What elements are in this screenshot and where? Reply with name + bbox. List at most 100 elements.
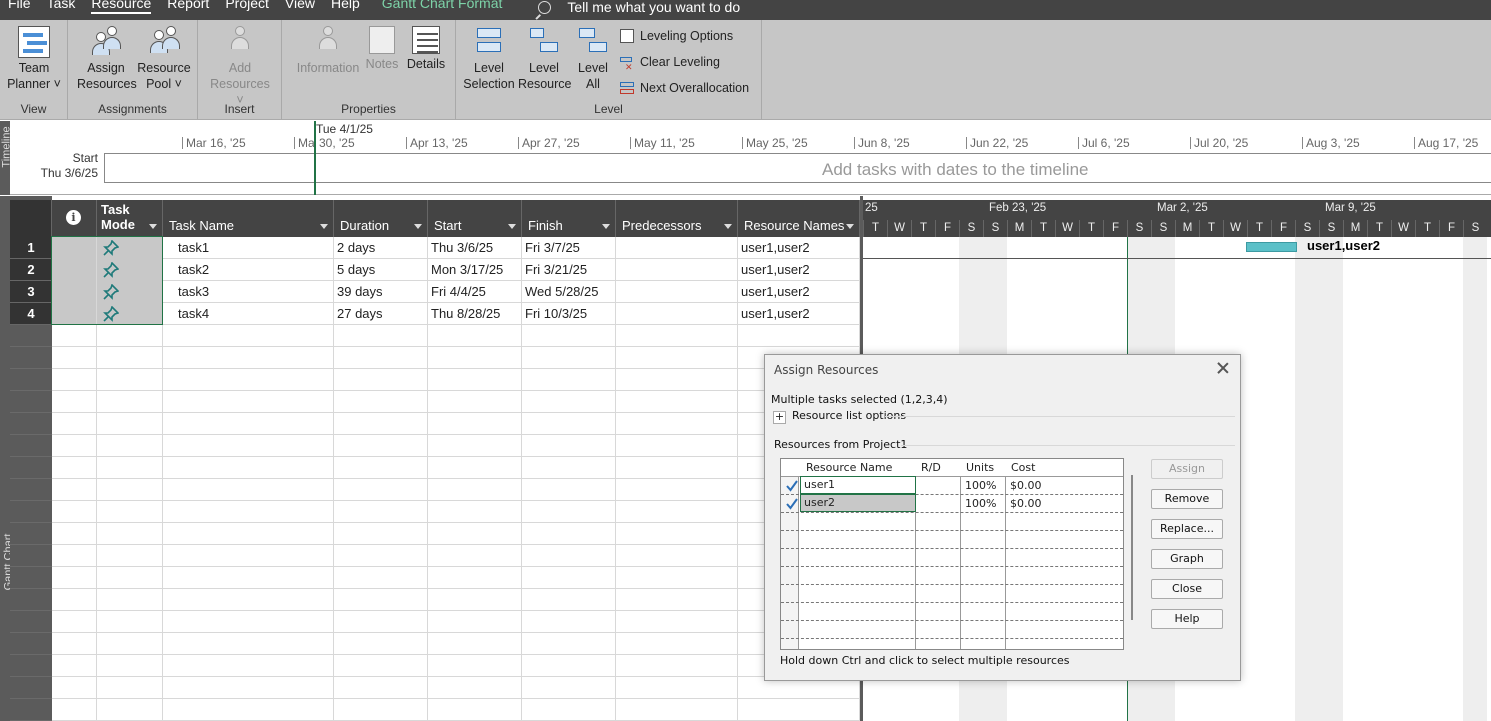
chevron-down-icon[interactable] — [602, 224, 610, 229]
task-name-cell[interactable] — [163, 325, 334, 347]
resource-pool-button[interactable]: Resource Pool ˅ — [136, 26, 192, 92]
predecessors-cell[interactable] — [616, 523, 738, 545]
finish-cell[interactable] — [522, 633, 616, 655]
chevron-down-icon[interactable] — [149, 224, 157, 229]
list-item[interactable] — [781, 531, 1123, 549]
row-header[interactable] — [10, 435, 52, 457]
task-name-cell[interactable]: task1 — [163, 237, 334, 259]
help-button[interactable]: Help — [1151, 609, 1223, 629]
row-header[interactable] — [10, 567, 52, 589]
task-mode-cell[interactable] — [97, 457, 163, 479]
tab-task[interactable]: Task — [39, 0, 84, 17]
table-row[interactable] — [52, 589, 860, 611]
duration-cell[interactable] — [334, 611, 428, 633]
duration-cell[interactable] — [334, 677, 428, 699]
chevron-down-icon[interactable] — [320, 224, 328, 229]
start-cell[interactable] — [428, 501, 522, 523]
table-row[interactable] — [52, 699, 860, 721]
indicator-cell[interactable] — [52, 677, 97, 699]
predecessors-cell[interactable] — [616, 303, 738, 325]
finish-cell[interactable] — [522, 611, 616, 633]
row-header[interactable]: 2 — [10, 259, 52, 281]
predecessors-cell[interactable] — [616, 391, 738, 413]
indicator-cell[interactable] — [52, 435, 97, 457]
start-cell[interactable] — [428, 699, 522, 721]
tab-help[interactable]: Help — [323, 0, 368, 17]
replace-button[interactable]: Replace... — [1151, 519, 1223, 539]
task-mode-cell[interactable] — [97, 567, 163, 589]
select-all-corner[interactable] — [10, 200, 52, 237]
row-header[interactable] — [10, 545, 52, 567]
tab-file[interactable]: File — [0, 0, 39, 17]
task-mode-header[interactable]: Task Mode — [97, 200, 163, 237]
row-header[interactable]: 3 — [10, 281, 52, 303]
resource-table[interactable]: Resource Name R/D Units Cost user1 100% $0… — [780, 458, 1124, 650]
task-mode-cell[interactable] — [97, 391, 163, 413]
tell-me-search[interactable]: Tell me what you want to do — [538, 0, 740, 15]
table-row[interactable] — [52, 369, 860, 391]
start-cell[interactable] — [428, 677, 522, 699]
indicator-cell[interactable] — [52, 655, 97, 677]
resource-names-cell[interactable] — [738, 699, 860, 721]
chevron-down-icon[interactable] — [414, 224, 422, 229]
table-row[interactable] — [52, 655, 860, 677]
task-name-cell[interactable] — [163, 699, 334, 721]
start-cell[interactable]: Thu 8/28/25 — [428, 303, 522, 325]
gantt-bar-task1[interactable] — [1246, 242, 1297, 252]
row-header[interactable]: 4 — [10, 303, 52, 325]
row-header[interactable] — [10, 523, 52, 545]
row-header[interactable]: 1 — [10, 237, 52, 259]
list-item[interactable] — [781, 549, 1123, 567]
table-row[interactable] — [52, 633, 860, 655]
row-header[interactable] — [10, 479, 52, 501]
task-mode-cell[interactable] — [97, 347, 163, 369]
chevron-down-icon[interactable] — [846, 224, 854, 229]
finish-cell[interactable] — [522, 435, 616, 457]
start-cell[interactable] — [428, 391, 522, 413]
finish-header[interactable]: Finish — [522, 200, 616, 237]
duration-cell[interactable] — [334, 369, 428, 391]
task-name-cell[interactable]: task3 — [163, 281, 334, 303]
predecessors-cell[interactable] — [616, 501, 738, 523]
indicator-cell[interactable] — [52, 545, 97, 567]
table-row[interactable] — [52, 501, 860, 523]
predecessors-cell[interactable] — [616, 347, 738, 369]
task-name-cell[interactable] — [163, 633, 334, 655]
start-cell[interactable] — [428, 633, 522, 655]
duration-cell[interactable] — [334, 589, 428, 611]
indicator-cell[interactable] — [52, 479, 97, 501]
finish-cell[interactable] — [522, 545, 616, 567]
duration-cell[interactable] — [334, 545, 428, 567]
task-name-cell[interactable] — [163, 347, 334, 369]
duration-cell[interactable]: 27 days — [334, 303, 428, 325]
information-button[interactable]: Information — [290, 26, 366, 76]
table-row[interactable] — [52, 677, 860, 699]
tab-project[interactable]: Project — [217, 0, 277, 17]
assign-resources-button[interactable]: Assign Resources — [77, 26, 137, 92]
finish-cell[interactable]: Fri 3/7/25 — [522, 237, 616, 259]
table-row[interactable]: task2 5 days Mon 3/17/25 Fri 3/21/25 user1,u… — [52, 259, 860, 281]
gantt-timescale[interactable]: 25 Feb 23, '25 Mar 2, '25 Mar 9, '25 TWT… — [863, 200, 1491, 237]
timeline-view[interactable]: Timeline Mar 16, '25 Ma 30, '25 Apr 13, … — [0, 121, 1491, 195]
indicator-cell[interactable] — [52, 501, 97, 523]
predecessors-cell[interactable] — [616, 325, 738, 347]
row-header[interactable] — [10, 611, 52, 633]
start-cell[interactable] — [428, 413, 522, 435]
task-name-cell[interactable] — [163, 611, 334, 633]
finish-cell[interactable] — [522, 699, 616, 721]
duration-cell[interactable] — [334, 325, 428, 347]
assign-button[interactable]: Assign — [1151, 459, 1223, 479]
predecessors-cell[interactable] — [616, 589, 738, 611]
start-header[interactable]: Start — [428, 200, 522, 237]
resource-name-cell[interactable]: user2 — [800, 494, 916, 512]
indicator-cell[interactable] — [52, 391, 97, 413]
table-row[interactable] — [52, 523, 860, 545]
start-cell[interactable] — [428, 567, 522, 589]
units-cell[interactable]: 100% — [962, 477, 1006, 494]
duration-cell[interactable] — [334, 457, 428, 479]
resource-names-cell[interactable]: user1,user2 — [738, 281, 860, 303]
duration-cell[interactable] — [334, 699, 428, 721]
table-row[interactable] — [52, 567, 860, 589]
resource-names-cell[interactable]: user1,user2 — [738, 237, 860, 259]
indicator-cell[interactable] — [52, 567, 97, 589]
